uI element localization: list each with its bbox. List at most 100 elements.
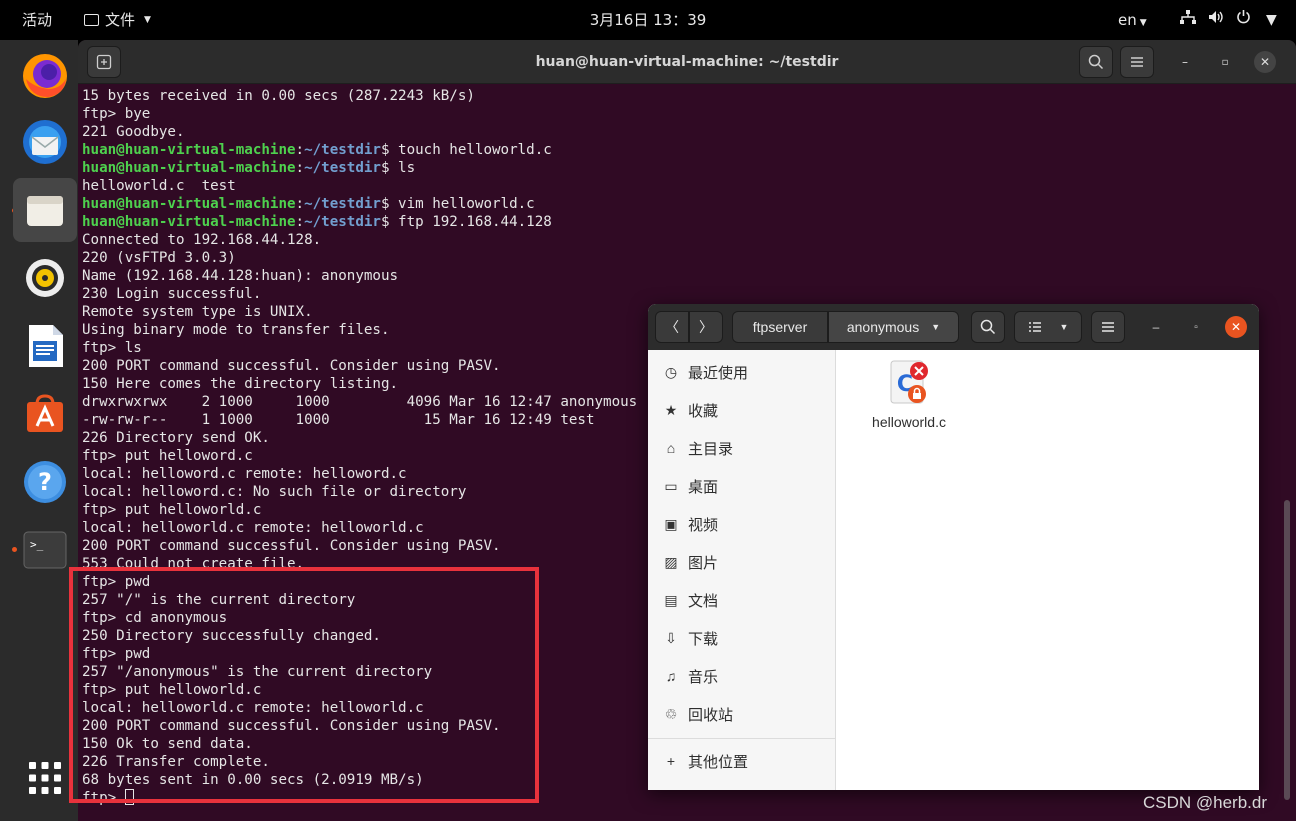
- dock: ? >_: [0, 40, 78, 821]
- output-text: 200 PORT command successful. Consider us…: [82, 538, 501, 554]
- command-text: $ touch helloworld.c: [380, 142, 552, 158]
- terminal-line: Connected to 192.168.44.128.: [82, 231, 1272, 249]
- output-text: ftp> put helloworld.c: [82, 502, 262, 518]
- chevron-down-icon: ▼: [931, 322, 941, 332]
- chevron-left-icon: 〈: [665, 319, 679, 335]
- sidebar-item[interactable]: ▣ 视频: [648, 505, 835, 543]
- language-selector[interactable]: en ▼: [1118, 0, 1147, 40]
- files-launcher[interactable]: [13, 178, 77, 242]
- output-text: 15 bytes received in 0.00 secs (287.2243…: [82, 88, 475, 104]
- output-text: local: helloword.c remote: helloword.c: [82, 466, 407, 482]
- sidebar-item[interactable]: + 其他位置: [648, 742, 835, 780]
- maximize-button[interactable]: ▫: [1185, 316, 1207, 338]
- sidebar-item[interactable]: ⇩ 下载: [648, 619, 835, 657]
- software-launcher[interactable]: [13, 382, 77, 446]
- search-button[interactable]: [1079, 46, 1113, 78]
- sidebar-item[interactable]: ★ 收藏: [648, 391, 835, 429]
- view-mode-button[interactable]: ▼: [1014, 311, 1082, 343]
- output-text: ftp>: [82, 790, 125, 806]
- places-sidebar: ◷ 最近使用 ★ 收藏 ⌂ 主目录 ▭ 桌面 ▣ 视频 ▨ 图片 ▤ 文档 ⇩ 下载 ♫ 音乐 ♲ 回收站 + 其他位置: [648, 350, 836, 790]
- top-bar: 活动 文件 ▼ 3月16日 13：39 en ▼ ▼: [0, 0, 1296, 40]
- output-text: 230 Login successful.: [82, 286, 262, 302]
- terminal-line: helloworld.c test: [82, 177, 1272, 195]
- file-manager-window[interactable]: 〈 〉 ftpserver anonymous ▼ ▼ – ▫ ✕ ◷ 最近使用 ★…: [648, 304, 1259, 790]
- maximize-icon: ▫: [1194, 321, 1198, 333]
- prompt-user: huan@huan-virtual-machine: [82, 160, 296, 176]
- plus-icon: +: [666, 753, 676, 769]
- sidebar-item-label: 图片: [688, 554, 719, 572]
- close-button[interactable]: ✕: [1254, 51, 1276, 73]
- folder-icon: [84, 14, 99, 26]
- clock[interactable]: 3月16日 13：39: [590, 11, 707, 29]
- output-text: ftp> pwd: [82, 646, 151, 662]
- close-button[interactable]: ✕: [1225, 316, 1247, 338]
- output-text: -rw-rw-r-- 1 1000 1000 15 Mar 16 12:49 t…: [82, 412, 595, 428]
- volume-icon: [1208, 0, 1224, 40]
- chevron-down-icon: ▼: [1059, 322, 1069, 332]
- thunderbird-launcher[interactable]: [13, 110, 77, 174]
- writer-launcher[interactable]: [13, 314, 77, 378]
- sidebar-item[interactable]: ▭ 桌面: [648, 467, 835, 505]
- breadcrumb-label: anonymous: [846, 319, 920, 335]
- network-icon: [1180, 0, 1196, 40]
- close-icon: ✕: [1259, 55, 1271, 69]
- minimize-button[interactable]: –: [1145, 316, 1167, 338]
- sidebar-item-label: 桌面: [688, 478, 719, 496]
- breadcrumb-anonymous[interactable]: anonymous ▼: [828, 311, 959, 343]
- output-text: 150 Here comes the directory listing.: [82, 376, 399, 392]
- menu-button[interactable]: [1120, 46, 1154, 78]
- breadcrumb-ftpserver[interactable]: ftpserver: [732, 311, 828, 343]
- chevron-down-icon: ▼: [1139, 18, 1147, 28]
- output-text: local: helloword.c: No such file or dire…: [82, 484, 467, 500]
- sidebar-item[interactable]: ◷ 最近使用: [648, 353, 835, 391]
- output-text: helloworld.c test: [82, 178, 236, 194]
- back-button[interactable]: 〈: [655, 311, 689, 343]
- prompt-path: ~/testdir: [304, 214, 381, 230]
- output-text: 250 Directory successfully changed.: [82, 628, 381, 644]
- terminal-icon: >_: [23, 531, 67, 569]
- prompt-user: huan@huan-virtual-machine: [82, 142, 296, 158]
- search-icon: [1088, 54, 1104, 70]
- menu-button[interactable]: [1091, 311, 1125, 343]
- terminal-line: Name (192.168.44.128:huan): anonymous: [82, 267, 1272, 285]
- output-text: 220 (vsFTPd 3.0.3): [82, 250, 236, 266]
- file-view[interactable]: C helloworld.c: [836, 350, 1259, 790]
- terminal-title: huan@huan-virtual-machine: ~/testdir: [535, 54, 839, 70]
- sidebar-item[interactable]: ♫ 音乐: [648, 657, 835, 695]
- power-icon: [1236, 0, 1251, 40]
- search-button[interactable]: [971, 311, 1005, 343]
- app-menu-label: 文件: [105, 11, 136, 29]
- terminal-line: huan@huan-virtual-machine:~/testdir$ vim…: [82, 196, 535, 212]
- minimize-button[interactable]: –: [1174, 51, 1196, 73]
- terminal-line: ftp>: [82, 789, 1272, 807]
- app-menu[interactable]: 文件 ▼: [84, 0, 151, 40]
- video-icon: ▣: [664, 515, 678, 532]
- download-icon: ⇩: [665, 629, 677, 646]
- sidebar-item[interactable]: ▨ 图片: [648, 543, 835, 581]
- firefox-launcher[interactable]: [13, 44, 77, 108]
- search-icon: [980, 319, 996, 335]
- output-text: ftp> pwd: [82, 574, 151, 590]
- output-text: 68 bytes sent in 0.00 secs (2.0919 MB/s): [82, 772, 424, 788]
- show-apps-button[interactable]: [13, 746, 77, 810]
- output-text: 257 "/" is the current directory: [82, 592, 356, 608]
- file-item[interactable]: C helloworld.c: [866, 358, 952, 431]
- system-tray[interactable]: ▼: [1180, 0, 1277, 40]
- terminal-launcher[interactable]: >_: [13, 518, 77, 582]
- terminal-headerbar[interactable]: huan@huan-virtual-machine: ~/testdir – ▫…: [78, 40, 1296, 84]
- help-launcher[interactable]: ?: [13, 450, 77, 514]
- sidebar-item[interactable]: ♲ 回收站: [648, 695, 835, 733]
- sidebar-item[interactable]: ▤ 文档: [648, 581, 835, 619]
- rhythmbox-launcher[interactable]: [13, 246, 77, 310]
- terminal-scrollbar[interactable]: [1284, 500, 1290, 800]
- sidebar-item[interactable]: ⌂ 主目录: [648, 429, 835, 467]
- terminal-line: huan@huan-virtual-machine:~/testdir$ tou…: [82, 142, 552, 158]
- activities-button[interactable]: 活动: [22, 0, 52, 40]
- svg-text:>_: >_: [30, 538, 44, 551]
- output-text: 257 "/anonymous" is the current director…: [82, 664, 433, 680]
- minimize-icon: –: [1152, 320, 1160, 334]
- maximize-button[interactable]: ▫: [1214, 51, 1236, 73]
- forward-button[interactable]: 〉: [689, 311, 723, 343]
- output-text: Using binary mode to transfer files.: [82, 322, 390, 338]
- file-manager-headerbar[interactable]: 〈 〉 ftpserver anonymous ▼ ▼ – ▫ ✕: [648, 304, 1259, 350]
